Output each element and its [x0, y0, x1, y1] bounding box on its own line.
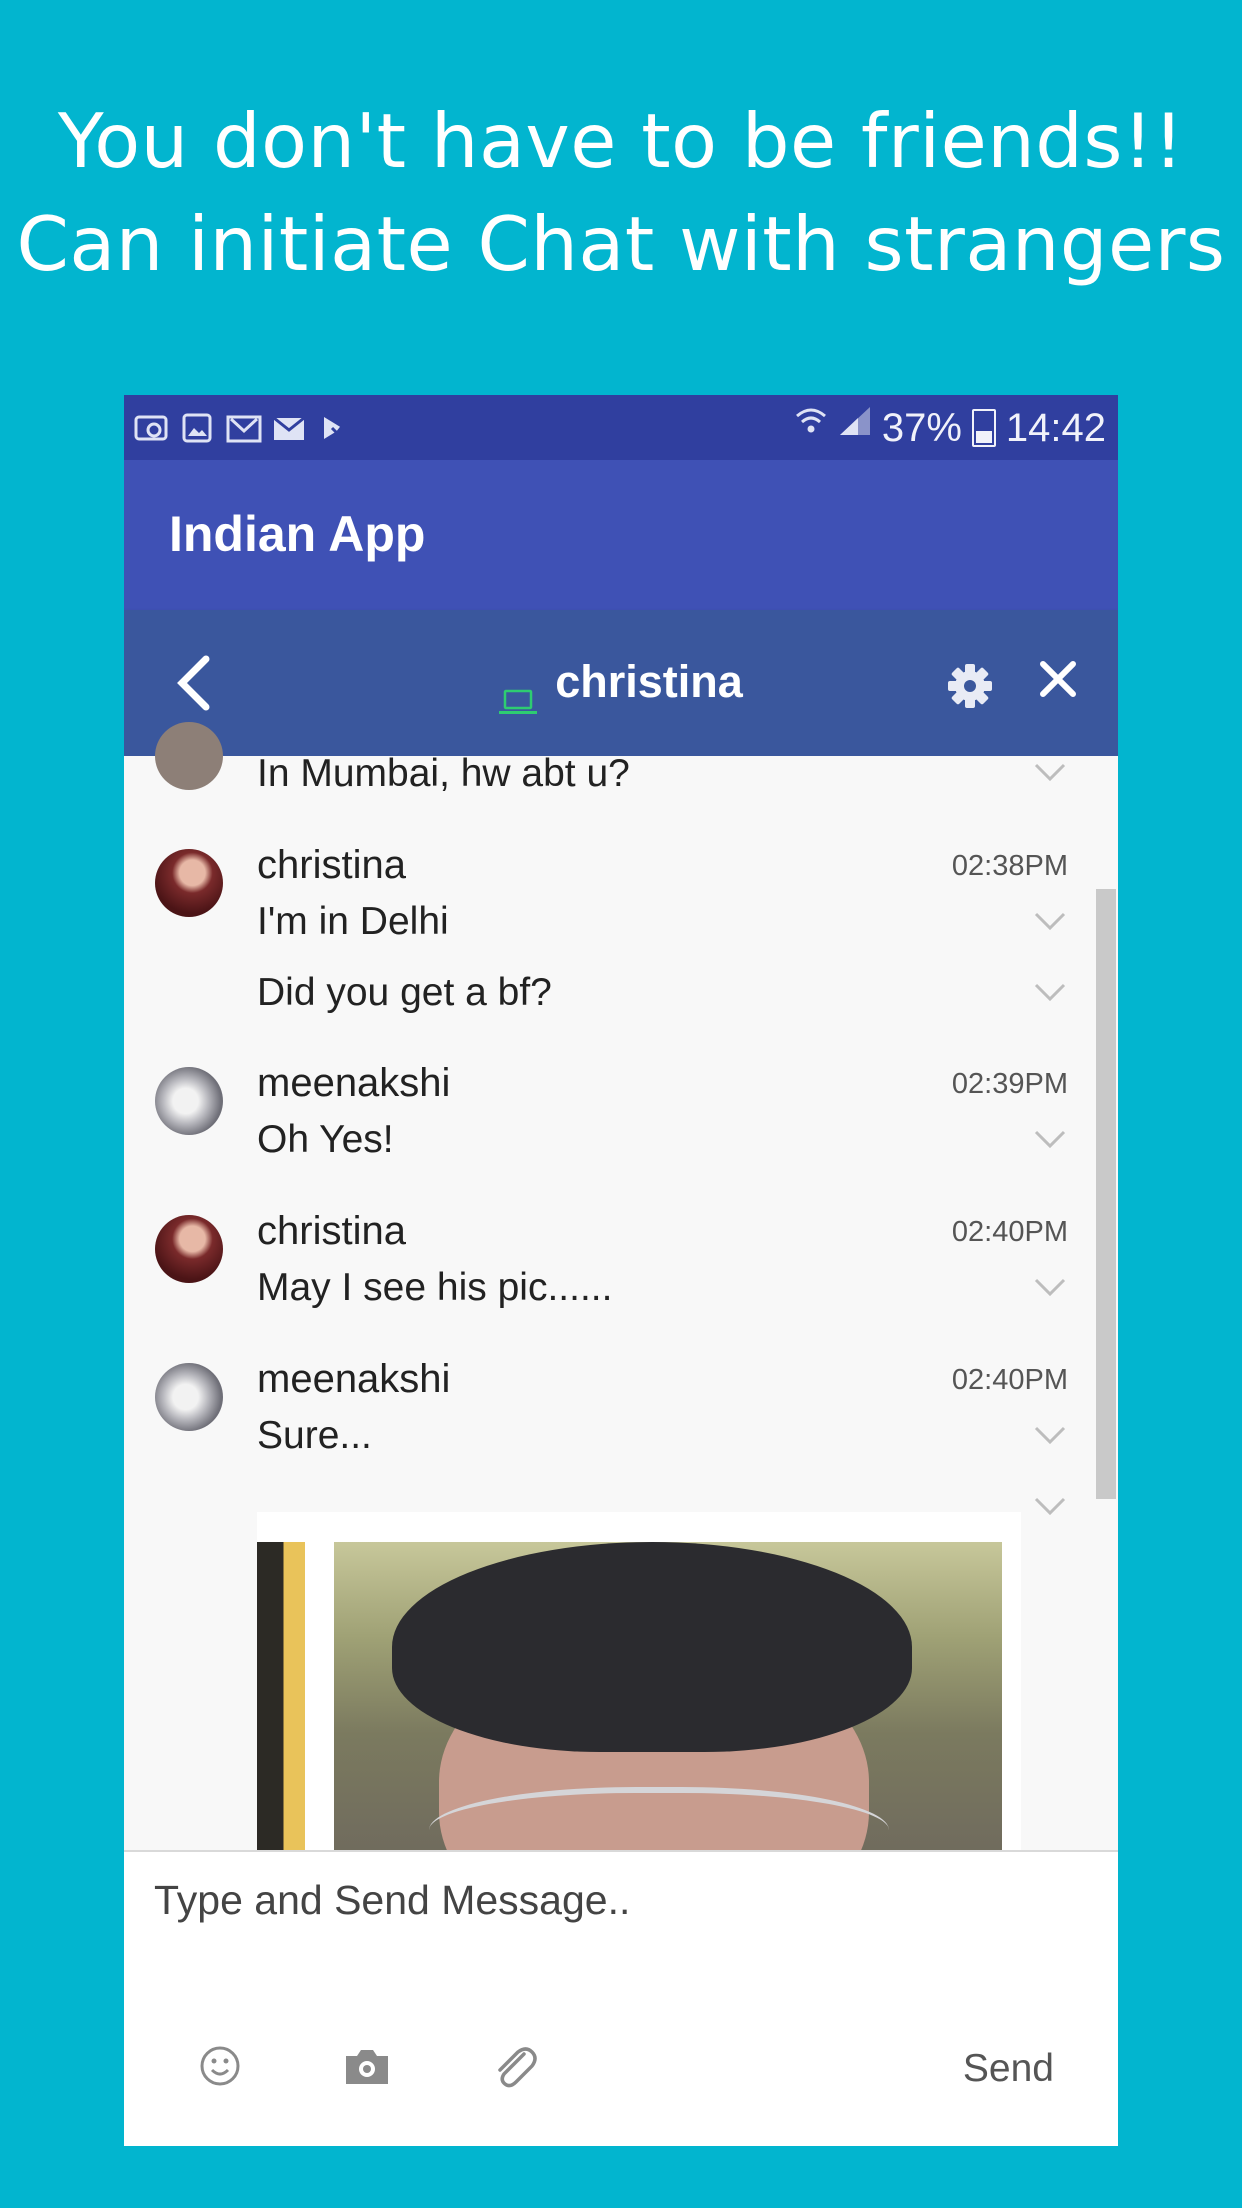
message-time: 02:38PM — [951, 850, 1068, 882]
promo-line-2: Can initiate Chat with strangers — [16, 200, 1226, 288]
email-icon — [272, 413, 306, 443]
camera-button[interactable] — [341, 2040, 393, 2092]
message-text: May I see his pic...... — [257, 1266, 613, 1309]
message-text: Oh Yes! — [257, 1118, 394, 1161]
laptop-icon — [499, 668, 538, 715]
message-text: In Mumbai, hw abt u? — [257, 752, 630, 795]
avatar — [155, 849, 223, 917]
camera-icon — [346, 2050, 388, 2084]
image-icon — [180, 413, 214, 443]
phone-screen: 37% 14:42 Indian App christina In Mumbai… — [124, 395, 1118, 2146]
smiley-icon — [200, 2046, 240, 2086]
photo-attachment[interactable] — [257, 1512, 1021, 1862]
sender-name: christina — [257, 843, 406, 887]
avatar — [155, 1363, 223, 1431]
status-bar: 37% 14:42 — [124, 395, 1118, 460]
signal-icon — [838, 403, 872, 453]
chevron-down-icon[interactable] — [1032, 1276, 1068, 1298]
cast-icon — [134, 413, 168, 443]
sender-name: meenakshi — [257, 1357, 451, 1401]
gmail-icon — [226, 413, 262, 443]
avatar — [155, 1067, 223, 1135]
close-icon — [1040, 661, 1076, 697]
status-time: 14:42 — [1005, 406, 1106, 450]
message-composer: Send — [124, 1850, 1118, 2146]
message-time: 02:39PM — [951, 1068, 1068, 1100]
task-icon — [318, 413, 352, 443]
message-input[interactable] — [152, 1864, 1056, 1936]
close-button[interactable] — [1033, 654, 1083, 704]
sender-name: meenakshi — [257, 1061, 451, 1105]
gear-icon — [948, 664, 992, 708]
status-right: 37% 14:42 — [794, 403, 1106, 453]
battery-percent: 37% — [881, 406, 962, 450]
scrollbar-thumb[interactable] — [1096, 889, 1116, 1499]
send-button[interactable]: Send — [963, 2042, 1054, 2096]
app-bar: Indian App — [124, 460, 1118, 610]
chevron-down-icon[interactable] — [1032, 981, 1068, 1003]
sender-name: christina — [257, 1209, 406, 1253]
attach-button[interactable] — [488, 2040, 540, 2092]
avatar — [155, 722, 223, 790]
wifi-icon — [794, 403, 828, 453]
promo-headline: You don't have to be friends!! Can initi… — [0, 90, 1242, 296]
avatar — [155, 1215, 223, 1283]
chevron-down-icon[interactable] — [1032, 1495, 1068, 1517]
battery-icon — [971, 409, 996, 447]
paperclip-icon — [498, 2047, 537, 2088]
message-time: 02:40PM — [951, 1364, 1068, 1396]
message-text: Did you get a bf? — [257, 971, 552, 1014]
message-text: I'm in Delhi — [257, 900, 449, 943]
chat-header: christina — [124, 610, 1118, 756]
chevron-down-icon[interactable] — [1032, 910, 1068, 932]
contact-name: christina — [555, 656, 743, 707]
message-text: Sure... — [257, 1414, 372, 1457]
chevron-down-icon[interactable] — [1032, 761, 1068, 783]
promo-line-1: You don't have to be friends!! — [57, 97, 1185, 185]
emoji-button[interactable] — [194, 2040, 246, 2092]
photo-image — [334, 1542, 1002, 1862]
message-time: 02:40PM — [951, 1216, 1068, 1248]
notification-icons — [134, 413, 352, 443]
chevron-down-icon[interactable] — [1032, 1424, 1068, 1446]
settings-button[interactable] — [942, 658, 998, 714]
chevron-down-icon[interactable] — [1032, 1128, 1068, 1150]
app-title: Indian App — [169, 506, 426, 562]
photo-thumbnail-strip — [257, 1542, 305, 1862]
